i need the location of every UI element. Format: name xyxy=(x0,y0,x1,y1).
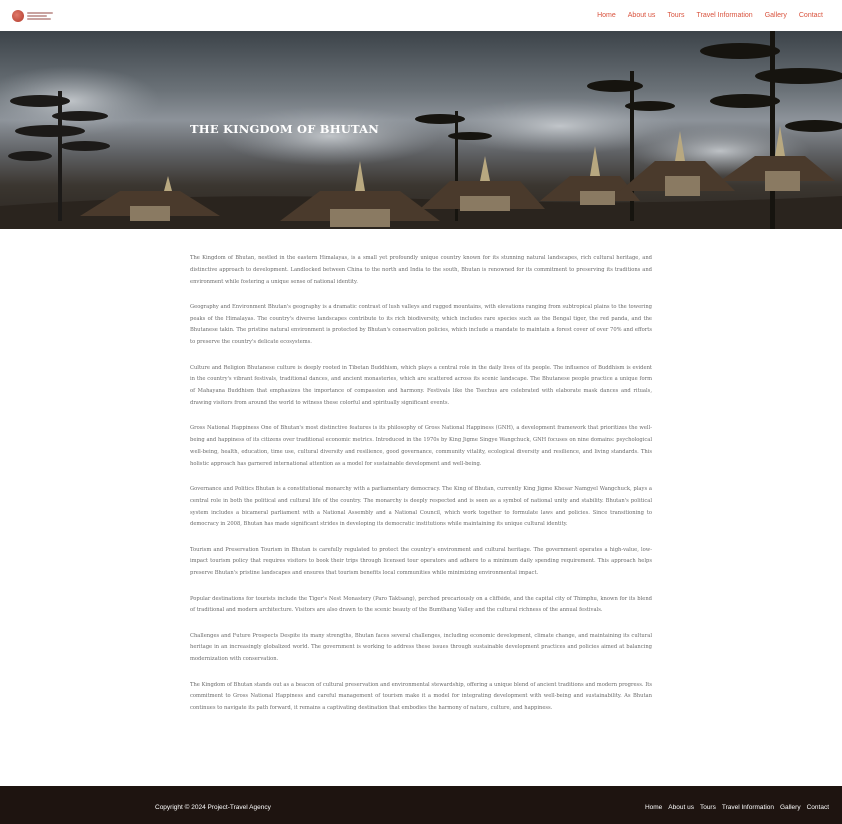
hero-landscape-image xyxy=(0,31,842,229)
paragraph-conclusion: The Kingdom of Bhutan stands out as a be… xyxy=(190,681,652,712)
copyright-text: Copyright © 2024 Project-Travel Agency xyxy=(155,804,271,811)
nav-travel-info-link[interactable]: Travel Information xyxy=(697,12,753,19)
footer-nav: Home About us Tours Travel Information G… xyxy=(639,804,829,811)
paragraph-intro: The Kingdom of Bhutan, nestled in the ea… xyxy=(190,255,652,285)
logo-emblem xyxy=(12,9,24,22)
paragraph-destinations: Popular destinations for tourists includ… xyxy=(190,595,652,614)
nav-contact-link[interactable]: Contact xyxy=(799,12,823,19)
logo-wordmark xyxy=(27,11,53,20)
site-logo[interactable] xyxy=(12,7,70,25)
footer-gallery-link[interactable]: Gallery xyxy=(780,804,801,811)
article-content: The Kingdom of Bhutan, nestled in the ea… xyxy=(190,253,652,728)
nav-home-link[interactable]: Home xyxy=(597,12,616,19)
nav-about-link[interactable]: About us xyxy=(628,12,656,19)
main-nav: Home About us Tours Travel Information G… xyxy=(585,12,823,19)
paragraph-tourism: Tourism and Preservation Tourism in Bhut… xyxy=(190,546,652,577)
paragraph-governance: Governance and Politics Bhutan is a cons… xyxy=(190,485,652,528)
footer-home-link[interactable]: Home xyxy=(645,804,662,811)
site-footer: Copyright © 2024 Project-Travel Agency H… xyxy=(0,786,842,824)
paragraph-challenges: Challenges and Future Prospects Despite … xyxy=(190,632,652,663)
footer-about-link[interactable]: About us xyxy=(668,804,694,811)
footer-contact-link[interactable]: Contact xyxy=(807,804,829,811)
paragraph-gnh: Gross National Happiness One of Bhutan's… xyxy=(190,425,652,467)
footer-tours-link[interactable]: Tours xyxy=(700,804,716,811)
nav-tours-link[interactable]: Tours xyxy=(667,12,684,19)
page-title: THE KINGDOM OF BHUTAN xyxy=(190,122,379,136)
paragraph-culture: Culture and Religion Bhutanese culture i… xyxy=(190,364,652,406)
site-header: Home About us Tours Travel Information G… xyxy=(0,0,842,31)
hero-banner: THE KINGDOM OF BHUTAN xyxy=(0,31,842,229)
nav-gallery-link[interactable]: Gallery xyxy=(765,12,787,19)
paragraph-geography: Geography and Environment Bhutan's geogr… xyxy=(190,303,652,346)
footer-travel-info-link[interactable]: Travel Information xyxy=(722,804,774,811)
